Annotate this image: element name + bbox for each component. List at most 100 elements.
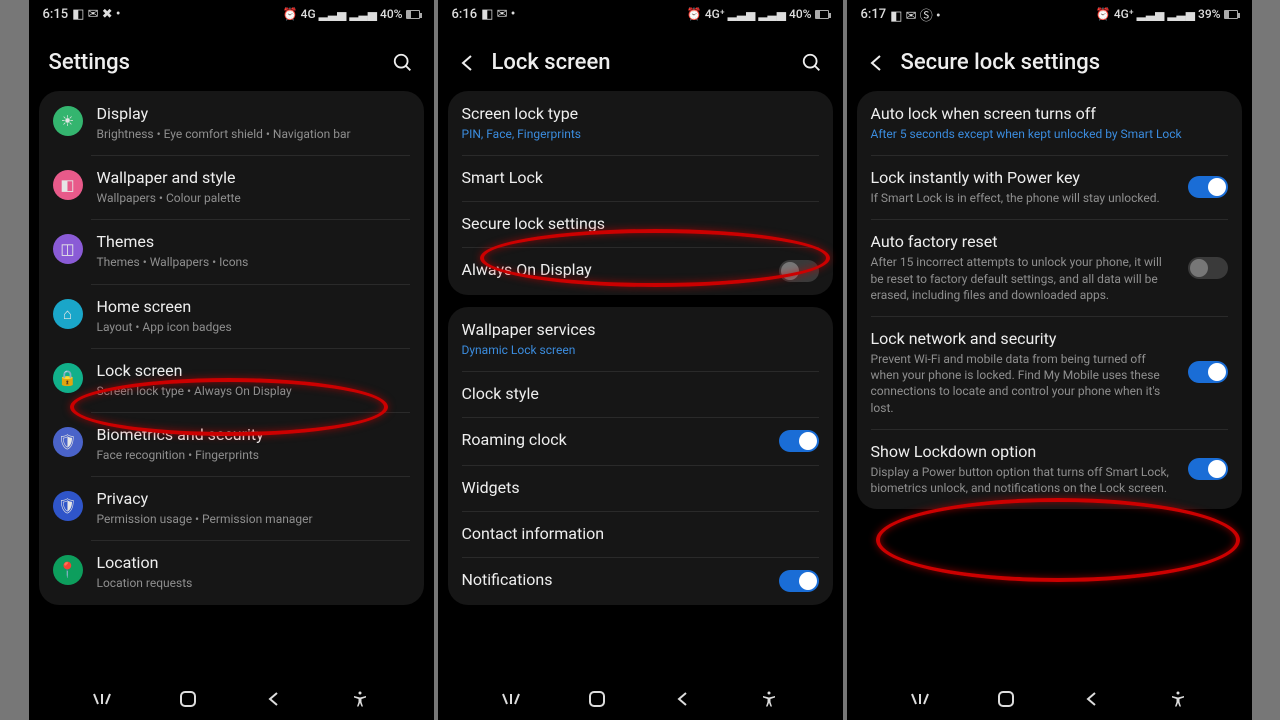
nav-accessibility[interactable]	[756, 686, 782, 712]
page-title: Secure lock settings	[901, 50, 1232, 75]
battery-icon	[1224, 10, 1238, 19]
biometrics-icon: 🛡	[53, 427, 83, 457]
battery-icon	[815, 10, 829, 19]
nav-home[interactable]	[175, 686, 201, 712]
row-sub: PIN, Face, Fingerprints	[462, 126, 819, 142]
status-bar: 6:16 ◧ ✉ • ⏰ 4G⁺ ▂▃▅ ▂▃▅ 40%	[438, 0, 843, 28]
item-always-on-display[interactable]: Always On Display	[448, 247, 833, 295]
status-battery: 40%	[380, 7, 402, 21]
row-title: Themes	[97, 232, 410, 252]
nav-bar	[847, 678, 1252, 720]
lockscreen-group2: Wallpaper servicesDynamic Lock screenClo…	[448, 307, 833, 605]
nav-accessibility[interactable]	[347, 686, 373, 712]
settings-item-biometrics[interactable]: 🛡 Biometrics and security Face recognition…	[39, 412, 424, 476]
row-title: Auto factory reset	[871, 232, 1174, 252]
row-sub: Screen lock type • Always On Display	[97, 383, 410, 399]
item-clock-style[interactable]: Clock style	[448, 371, 833, 417]
item-contact-information[interactable]: Contact information	[448, 511, 833, 557]
row-title: Screen lock type	[462, 104, 819, 124]
toggle-always-on-display[interactable]	[779, 260, 819, 282]
row-title: Roaming clock	[462, 430, 765, 450]
toggle-notifications[interactable]	[779, 570, 819, 592]
status-left-icons: ◧ ✉ •	[481, 7, 515, 22]
toggle-show-lockdown[interactable]	[1188, 458, 1228, 480]
securelock-list: Auto lock when screen turns off After 5 s…	[857, 91, 1242, 509]
battery-icon	[406, 10, 420, 19]
toggle-lock-instantly[interactable]	[1188, 176, 1228, 198]
item-smart-lock[interactable]: Smart Lock	[448, 155, 833, 201]
item-lock-network[interactable]: Lock network and securityPrevent Wi-Fi a…	[857, 316, 1242, 429]
item-wallpaper-services[interactable]: Wallpaper servicesDynamic Lock screen	[448, 307, 833, 371]
row-title: Privacy	[97, 489, 410, 509]
nav-back[interactable]	[1079, 686, 1105, 712]
status-right-icons: ⏰ 4G ▂▃▅ ▂▃▅	[283, 7, 377, 21]
status-left-icons: ◧ ✉ Ⓢ •	[890, 5, 940, 24]
row-sub: After 5 seconds except when kept unlocke…	[871, 126, 1228, 142]
status-left-icons: ◧ ✉ ✖ •	[72, 7, 120, 22]
wallpaper-icon: ◧	[53, 170, 83, 200]
item-auto-lock[interactable]: Auto lock when screen turns off After 5 s…	[857, 91, 1242, 155]
item-roaming-clock[interactable]: Roaming clock	[448, 417, 833, 465]
nav-recents[interactable]	[907, 686, 933, 712]
settings-item-themes[interactable]: ◫ Themes Themes • Wallpapers • Icons	[39, 219, 424, 283]
row-title: Always On Display	[462, 260, 765, 280]
row-sub: Display a Power button option that turns…	[871, 464, 1174, 496]
row-title: Auto lock when screen turns off	[871, 104, 1228, 124]
nav-back[interactable]	[670, 686, 696, 712]
settings-item-lockscreen[interactable]: 🔒Lock screenScreen lock type • Always On…	[39, 348, 424, 412]
settings-item-location[interactable]: 📍LocationLocation requests	[39, 540, 424, 604]
back-button[interactable]	[458, 53, 478, 73]
row-title: Notifications	[462, 570, 765, 590]
item-auto-factory-reset[interactable]: Auto factory resetAfter 15 incorrect att…	[857, 219, 1242, 316]
row-title: Contact information	[462, 524, 819, 544]
location-icon: 📍	[53, 555, 83, 585]
settings-item-privacy[interactable]: 🛡PrivacyPermission usage • Permission ma…	[39, 476, 424, 540]
nav-home[interactable]	[993, 686, 1019, 712]
toggle-lock-network[interactable]	[1188, 361, 1228, 383]
item-widgets[interactable]: Widgets	[448, 465, 833, 511]
row-sub: Face recognition • Fingerprints	[97, 447, 410, 463]
row-title: Home screen	[97, 297, 410, 317]
status-right-icons: ⏰ 4G⁺ ▂▃▅ ▂▃▅	[687, 7, 786, 21]
nav-recents[interactable]	[89, 686, 115, 712]
status-bar: 6:17 ◧ ✉ Ⓢ • ⏰ 4G⁺ ▂▃▅ ▂▃▅ 39%	[847, 0, 1252, 28]
item-lock-instantly[interactable]: Lock instantly with Power keyIf Smart Lo…	[857, 155, 1242, 219]
themes-icon: ◫	[53, 234, 83, 264]
nav-accessibility[interactable]	[1165, 686, 1191, 712]
status-battery: 40%	[789, 7, 811, 21]
search-button[interactable]	[801, 52, 823, 74]
phone-lockscreen: 6:16 ◧ ✉ • ⏰ 4G⁺ ▂▃▅ ▂▃▅ 40% Lock screen…	[438, 0, 843, 720]
item-secure-lock-settings[interactable]: Secure lock settings	[448, 201, 833, 247]
row-title: Smart Lock	[462, 168, 819, 188]
settings-item-display[interactable]: ☀DisplayBrightness • Eye comfort shield …	[39, 91, 424, 155]
row-title: Location	[97, 553, 410, 573]
row-title: Lock screen	[97, 361, 410, 381]
home-icon: ⌂	[53, 299, 83, 329]
nav-back[interactable]	[261, 686, 287, 712]
settings-item-home[interactable]: ⌂ Home screen Layout • App icon badges	[39, 284, 424, 348]
row-sub: Prevent Wi-Fi and mobile data from being…	[871, 351, 1174, 416]
lockscreen-group1: Screen lock typePIN, Face, FingerprintsS…	[448, 91, 833, 295]
item-screen-lock-type[interactable]: Screen lock type PIN, Face, Fingerprints	[448, 91, 833, 155]
row-sub: Themes • Wallpapers • Icons	[97, 254, 410, 270]
settings-item-wallpaper[interactable]: ◧Wallpaper and styleWallpapers • Colour …	[39, 155, 424, 219]
item-notifications[interactable]: Notifications	[448, 557, 833, 605]
status-time: 6:17	[861, 7, 887, 22]
nav-bar	[438, 678, 843, 720]
privacy-icon: 🛡	[53, 491, 83, 521]
row-title: Biometrics and security	[97, 425, 410, 445]
back-button[interactable]	[867, 53, 887, 73]
settings-list: ☀DisplayBrightness • Eye comfort shield …	[39, 91, 424, 605]
toggle-auto-factory-reset[interactable]	[1188, 257, 1228, 279]
search-button[interactable]	[392, 52, 414, 74]
toggle-roaming-clock[interactable]	[779, 430, 819, 452]
item-show-lockdown[interactable]: Show Lockdown optionDisplay a Power butt…	[857, 429, 1242, 509]
status-time: 6:16	[452, 7, 478, 22]
row-title: Lock network and security	[871, 329, 1174, 349]
nav-recents[interactable]	[498, 686, 524, 712]
row-sub: If Smart Lock is in effect, the phone wi…	[871, 190, 1174, 206]
row-title: Widgets	[462, 478, 819, 498]
status-bar: 6:15 ◧ ✉ ✖ • ⏰ 4G ▂▃▅ ▂▃▅ 40%	[29, 0, 434, 28]
nav-home[interactable]	[584, 686, 610, 712]
row-sub: Layout • App icon badges	[97, 319, 410, 335]
